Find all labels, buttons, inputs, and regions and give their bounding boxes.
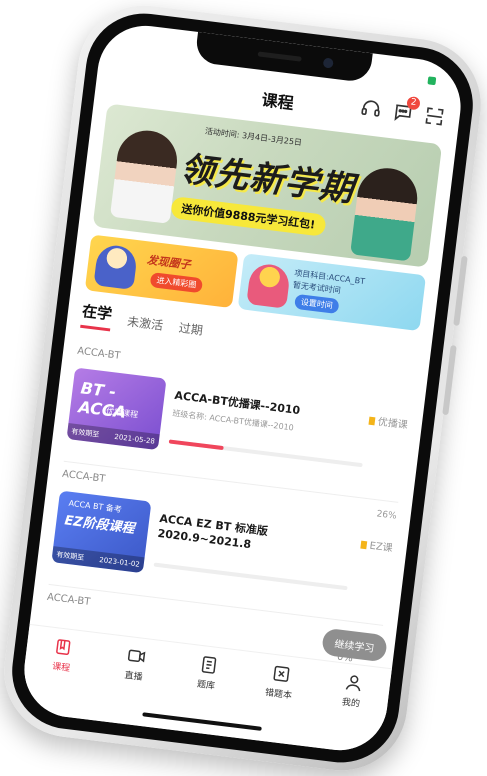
set-time-button[interactable]: 设置时间 [294,293,340,315]
speaker [257,51,302,62]
nav-label: 题库 [196,679,216,692]
progress-fill [168,439,224,451]
thumb-date: 2021-05-28 [113,432,156,446]
thumb-title: BT - ACCA [77,378,128,422]
tab-studying[interactable]: 在学 [80,299,114,332]
continue-learning-button[interactable]: 继续学习 [321,627,388,663]
tab-inactive[interactable]: 未激活 [126,313,164,338]
headset-icon[interactable] [359,96,384,121]
scan-icon[interactable] [422,104,447,129]
nav-label: 错题本 [264,688,293,702]
exam-illustration [246,262,292,309]
thumb-footer: 有效期至 2021-05-28 [66,423,160,451]
course-thumbnail: EZ阶段课程 ACCA BT 备考 有效期至 2023-01-02 [51,490,152,574]
profile-icon [345,675,360,692]
student-illustration [109,127,181,224]
video-icon [127,649,145,663]
progress-bar [168,439,363,468]
progress-percent: 26% [375,509,398,522]
enter-circle-button[interactable]: 进入精彩圈 [149,272,204,294]
exam-banner[interactable]: 项目科目:ACCA_BT 暂无考试时间 设置时间 [237,253,427,332]
section-label: ACCA-BT [61,468,106,485]
thumb-valid-label: 有效期至 [55,550,85,562]
message-icon[interactable]: 2 [391,95,421,125]
course-name: ACCA EZ BT 标准版 2020.9~2021.8 [156,511,269,552]
nav-wrong-book[interactable]: 错题本 [243,660,312,746]
course-tabs: 在学 未激活 过期 [80,299,205,343]
section-label: ACCA-BT [76,345,122,362]
nav-label: 直播 [123,670,144,683]
circle-illustration [93,243,139,290]
course-thumbnail: BT - ACCA 优播课程 有效期至 2021-05-28 [66,367,167,451]
nav-label: 我的 [341,697,361,710]
tab-expired[interactable]: 过期 [177,319,204,343]
course-icon [55,639,70,655]
course-type-tag: 优播课 [368,412,409,432]
thumb-title: EZ阶段课程 [63,513,136,537]
section-label: ACCA-BT [46,591,91,608]
message-badge: 2 [406,95,421,111]
student-illustration [350,164,421,262]
thumb-footer: 有效期至 2023-01-02 [51,546,145,574]
course-type-tag: EZ课 [360,536,394,555]
circle-banner[interactable]: 发现圈子 进入精彩圈 [84,234,239,309]
circle-banner-title: 发现圈子 [146,253,192,272]
thumb-valid-label: 有效期至 [70,427,100,439]
nav-label: 课程 [51,661,71,675]
progress-bar [153,562,348,591]
course-card[interactable]: EZ阶段课程 ACCA BT 备考 有效期至 2023-01-02 ACCA E… [49,490,398,619]
course-card[interactable]: BT - ACCA 优播课程 有效期至 2021-05-28 ACCA-BT优播… [65,367,410,495]
camera [322,57,334,69]
question-bank-icon [201,656,216,674]
nav-course[interactable]: 课程 [25,634,94,720]
battery-icon [427,76,437,86]
nav-profile[interactable]: 我的 [315,669,384,755]
phone-device: 课程 2 活动时间: 3月4日-3月25日 领先新学期 送你价值9888元学习红… [0,0,487,776]
thumb-date: 2023-01-02 [98,555,141,569]
wrong-book-icon [272,665,289,682]
